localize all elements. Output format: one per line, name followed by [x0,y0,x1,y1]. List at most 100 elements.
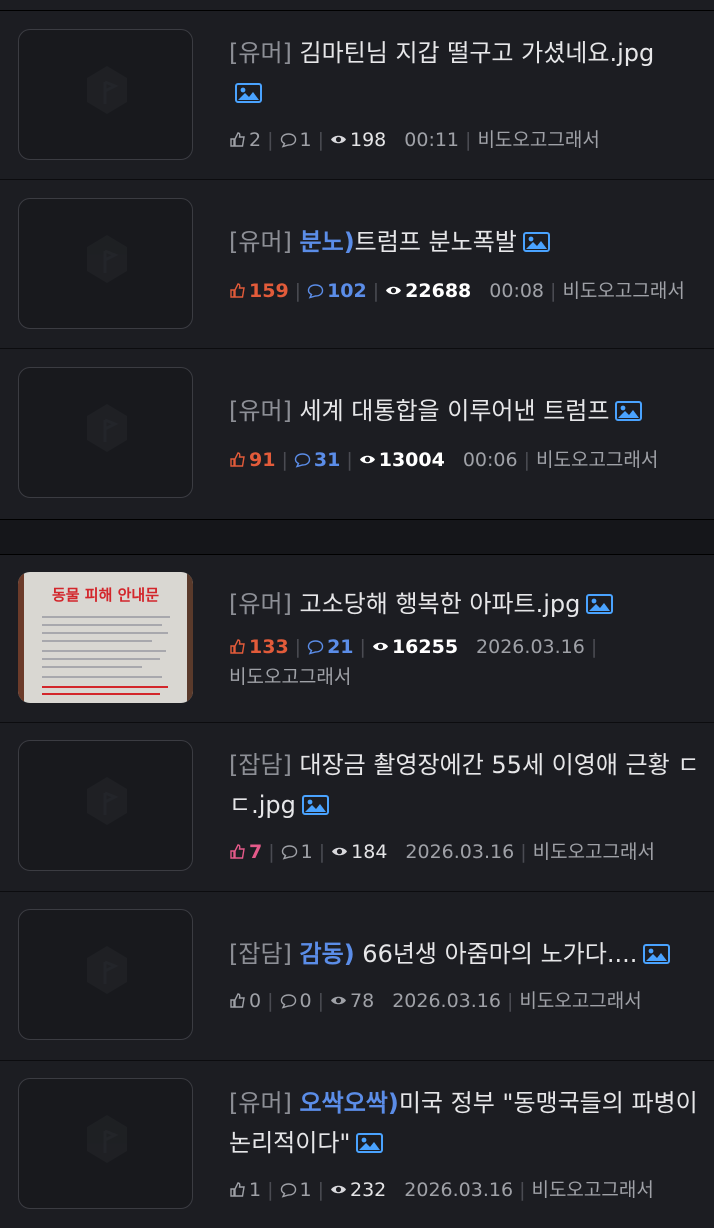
author-name[interactable]: 비도오고그래서 [477,129,599,151]
post-title[interactable]: [유머] 분노)트럼프 분노폭발 [229,222,704,262]
image-icon [586,594,614,614]
comment-count: 1 [299,1179,312,1201]
highlight-tag: 오싹오싹) [299,1089,399,1117]
comment-icon [280,1183,296,1198]
category-tag: [유머] [229,228,292,256]
comment-count: 1 [299,129,312,151]
image-icon [522,232,550,252]
thumbnail-placeholder[interactable] [18,367,193,498]
thumbnail-placeholder[interactable] [18,29,193,160]
post-title[interactable]: [유머] 고소당해 행복한 아파트.jpg [229,584,704,624]
placeholder-logo-icon [87,777,127,825]
eye-icon [331,996,346,1005]
author-name[interactable]: 비도오고그래서 [229,666,351,688]
eye-icon [386,286,402,295]
placeholder-logo-icon [87,404,127,452]
view-count: 184 [351,841,388,863]
list-item[interactable]: 동물 피해 안내문 [유머] 고소당해 행복한 아파트.jpg 133 | 21 | 1… [0,554,714,723]
category-tag: [유머] [229,397,292,425]
thumbs-up-icon [230,452,245,467]
image-icon [356,1133,384,1153]
title-text: 세계 대통합을 이루어낸 트럼프 [291,397,610,425]
author-name[interactable]: 비도오고그래서 [562,280,684,302]
comment-icon [280,994,296,1009]
thumbnail-placeholder[interactable] [18,198,193,329]
post-time: 2026.03.16 [476,636,585,658]
post-title[interactable]: [유머] 김마틴님 지갑 떨구고 가셨네요.jpg [229,33,704,113]
author-name[interactable]: 비도오고그래서 [531,1179,653,1201]
thumbs-up-icon [230,993,245,1008]
thumbnail-placeholder[interactable] [18,740,193,871]
placeholder-logo-icon [87,946,127,994]
view-count: 78 [350,990,375,1012]
section-divider [0,519,714,555]
image-icon [301,795,329,815]
highlight-tag: 분노) [299,228,355,256]
post-meta: 133 | 21 | 16255 2026.03.16 | 비도오고그래서 [229,636,598,688]
like-count: 91 [249,449,276,471]
category-tag: [유머] [229,1089,292,1117]
category-tag: [잡담] [229,940,292,968]
list-item[interactable]: [잡담] 감동) 66년생 아줌마의 노가다.... 0 | 0 | 78 2026.03… [0,892,714,1061]
title-text: 대장금 촬영장에간 55세 이영애 근황 ㄷㄷ.jpg [229,751,700,819]
list-item[interactable]: [유머] 세계 대통합을 이루어낸 트럼프 91 | 31 | 13004 00:06 | 비… [0,349,714,519]
author-name[interactable]: 비도오고그래서 [533,841,655,863]
eye-icon [372,642,388,651]
thumbs-up-icon [230,132,245,147]
post-title[interactable]: [유머] 오싹오싹)미국 정부 "동맹국들의 파병이 논리적이다" [229,1083,704,1163]
post-meta: 7 | 1 | 184 2026.03.16 | 비도오고그래서 [229,837,709,867]
placeholder-logo-icon [87,235,127,283]
comment-count: 1 [300,841,313,863]
image-icon [643,944,671,964]
comment-icon [307,284,324,299]
thumbnail-placeholder[interactable] [18,1078,193,1209]
thumbs-up-icon [230,1182,245,1197]
category-tag: [잡담] [229,751,292,779]
post-meta: 2 | 1 | 198 00:11 | 비도오고그래서 [229,125,709,155]
like-count: 133 [249,636,289,658]
placeholder-logo-icon [87,1115,127,1163]
post-title[interactable]: [유머] 세계 대통합을 이루어낸 트럼프 [229,391,704,431]
comment-count: 21 [327,636,354,658]
title-text: 트럼프 분노폭발 [354,228,517,256]
thumbnail-placeholder[interactable] [18,909,193,1040]
like-count: 7 [249,841,263,863]
view-count: 16255 [391,636,459,658]
view-count: 13004 [378,449,445,471]
post-time: 00:06 [462,449,518,471]
thumbs-up-icon [230,844,245,859]
like-count: 159 [249,280,289,302]
eye-icon [359,455,375,464]
post-meta: 1 | 1 | 232 2026.03.16 | 비도오고그래서 [229,1175,709,1205]
like-count: 2 [249,129,262,151]
image-icon [235,83,262,103]
highlight-tag: 감동) [299,940,355,968]
post-meta: 91 | 31 | 13004 00:06 | 비도오고그래서 [229,445,709,475]
title-text: 김마틴님 지갑 떨구고 가셨네요.jpg [291,39,655,67]
post-title[interactable]: [잡담] 감동) 66년생 아줌마의 노가다.... [229,934,704,974]
eye-icon [331,1185,346,1194]
category-tag: [유머] [229,39,292,67]
list-item[interactable]: [잡담] 대장금 촬영장에간 55세 이영애 근황 ㄷㄷ.jpg 7 | 1 | 184… [0,723,714,892]
author-name[interactable]: 비도오고그래서 [536,449,658,471]
post-time: 2026.03.16 [404,1179,514,1201]
view-count: 232 [350,1179,387,1201]
list-item[interactable]: [유머] 분노)트럼프 분노폭발 159 | 102 | 22688 00:08 | 비도오고… [0,180,714,349]
view-count: 22688 [405,280,472,302]
comment-count: 0 [299,990,312,1012]
post-meta: 0 | 0 | 78 2026.03.16 | 비도오고그래서 [229,986,709,1016]
comment-count: 102 [327,280,367,302]
post-time: 2026.03.16 [405,841,515,863]
post-meta: 159 | 102 | 22688 00:08 | 비도오고그래서 [229,276,709,306]
comment-icon [281,845,297,860]
placeholder-logo-icon [87,66,127,114]
thumbs-up-icon [230,283,245,298]
thumbnail-image[interactable]: 동물 피해 안내문 [18,572,193,703]
image-icon [615,401,643,421]
post-title[interactable]: [잡담] 대장금 촬영장에간 55세 이영애 근황 ㄷㄷ.jpg [229,745,704,825]
like-count: 0 [249,990,262,1012]
author-name[interactable]: 비도오고그래서 [519,990,641,1012]
comment-icon [294,453,311,468]
list-item[interactable]: [유머] 김마틴님 지갑 떨구고 가셨네요.jpg 2 | 1 | 198 00:11 | 비… [0,11,714,180]
list-item[interactable]: [유머] 오싹오싹)미국 정부 "동맹국들의 파병이 논리적이다" 1 | 1 | 23… [0,1061,714,1228]
